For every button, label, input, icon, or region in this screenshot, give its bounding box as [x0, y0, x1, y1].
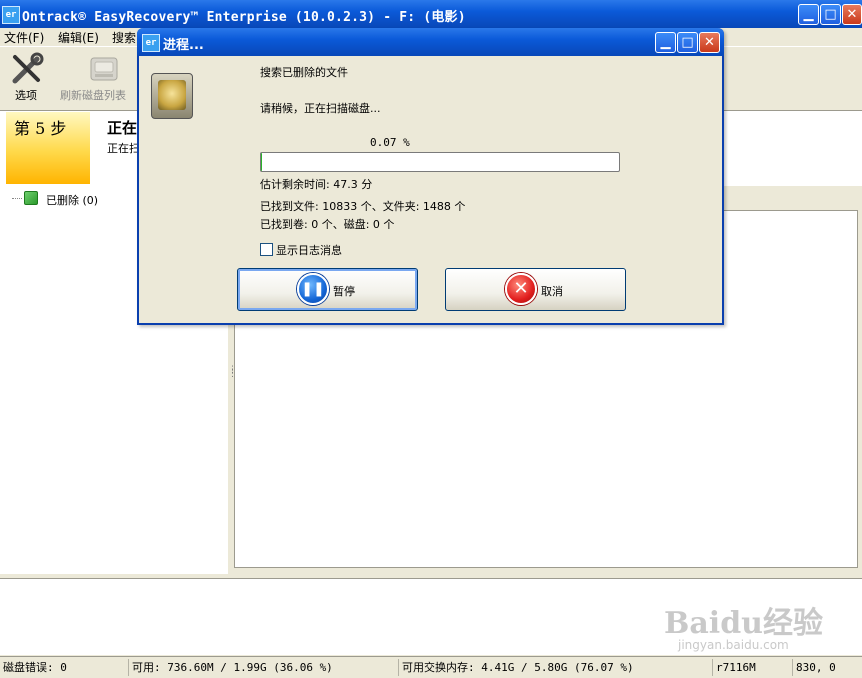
menu-edit[interactable]: 编辑(E) [58, 29, 99, 46]
tools-icon [10, 52, 44, 86]
show-log-checkbox[interactable] [260, 243, 273, 256]
found-volumes-count: 已找到卷: 0 个、磁盘: 0 个 [260, 216, 394, 232]
dialog-heading: 搜索已删除的文件 [260, 64, 348, 80]
dialog-titlebar[interactable] [137, 28, 724, 56]
status-available: 可用: 736.60M / 1.99G (36.06 %) [128, 659, 398, 676]
pause-label: 暂停 [333, 283, 355, 299]
maximize-icon: □ [821, 5, 840, 24]
time-remaining: 估计剩余时间: 47.3 分 [260, 176, 372, 192]
refresh-disks-button[interactable] [88, 54, 120, 84]
tree-item-deleted[interactable]: 已删除 (0) [46, 192, 98, 208]
step-description: 正在扫 [107, 140, 140, 156]
folder-icon [24, 191, 38, 205]
main-minimize-button[interactable]: ▁ [798, 4, 819, 25]
show-log-label[interactable]: 显示日志消息 [276, 242, 342, 258]
progress-bar [260, 152, 620, 172]
pause-icon: ❚❚ [297, 273, 329, 305]
menu-file[interactable]: 文件(F) [4, 29, 44, 46]
recycle-symbol-icon [158, 80, 186, 110]
cancel-label: 取消 [541, 283, 563, 299]
maximize-icon: □ [678, 33, 697, 52]
watermark-url: jingyan.baidu.com [678, 638, 789, 652]
found-files-count: 已找到文件: 10833 个、文件夹: 1488 个 [260, 198, 465, 214]
watermark: Baidu经验 [664, 598, 823, 642]
minimize-icon: ▁ [799, 5, 818, 24]
dialog-app-icon: er [142, 34, 160, 52]
main-maximize-button[interactable]: □ [820, 4, 841, 25]
status-memory: r7116M [712, 659, 792, 676]
refresh-disks-label: 刷新磁盘列表 [60, 87, 126, 103]
status-coordinates: 830, 0 [792, 659, 862, 676]
progress-dialog [137, 28, 724, 325]
dialog-minimize-button[interactable]: ▁ [655, 32, 676, 53]
dialog-close-button[interactable]: ✕ [699, 32, 720, 53]
minimize-icon: ▁ [656, 33, 675, 52]
app-icon: er [2, 6, 20, 24]
step-label: 第 5 步 [14, 115, 66, 139]
progress-percent: 0.07 % [370, 136, 410, 149]
options-label: 选项 [15, 87, 37, 103]
close-icon: ✕ [843, 5, 861, 24]
dialog-status: 请稍候，正在扫描磁盘... [260, 100, 381, 116]
step-title: 正在 [107, 117, 137, 138]
dialog-maximize-button[interactable]: □ [677, 32, 698, 53]
window-title: Ontrack® EasyRecovery™ Enterprise (10.0.… [22, 6, 466, 25]
status-disk-errors: 磁盘错误: 0 [0, 659, 128, 676]
close-icon: ✕ [700, 33, 719, 52]
dialog-title: 进程... [163, 34, 204, 53]
cancel-icon: ✕ [505, 273, 537, 305]
options-button[interactable] [10, 52, 44, 86]
disk-icon [88, 54, 120, 84]
tree-connector-line [12, 198, 22, 199]
menu-search[interactable]: 搜索 [112, 29, 136, 46]
status-swap-memory: 可用交换内存: 4.41G / 5.80G (76.07 %) [398, 659, 712, 676]
main-close-button[interactable]: ✕ [842, 4, 862, 25]
